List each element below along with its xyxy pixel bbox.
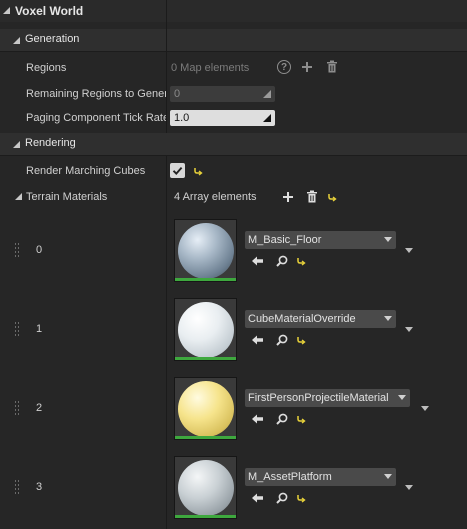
magnifier-icon[interactable] [276, 334, 288, 346]
element-index: 3 [36, 481, 43, 493]
collapse-arrow-icon[interactable] [15, 193, 22, 200]
material-sphere [178, 223, 234, 279]
category-rendering[interactable]: Rendering [0, 133, 467, 156]
reset-arrow-icon[interactable] [327, 192, 337, 202]
material-picker[interactable]: M_AssetPlatform [245, 468, 396, 486]
tick-rate-input[interactable]: 1.0 [170, 110, 275, 126]
tick-rate-value: 1.0 [174, 112, 190, 124]
plus-icon[interactable] [301, 61, 313, 73]
expand-arrow-icon[interactable] [405, 327, 413, 332]
left-arrow-icon[interactable] [251, 334, 264, 346]
drag-handle-icon[interactable] [15, 322, 21, 336]
dropdown-arrow-icon [384, 316, 392, 321]
collapse-arrow-icon[interactable] [3, 7, 10, 14]
material-thumbnail[interactable] [174, 298, 237, 361]
collapse-arrow-icon[interactable] [13, 37, 20, 44]
magnifier-icon[interactable] [276, 255, 288, 267]
expand-arrow-icon[interactable] [405, 248, 413, 253]
tick-rate-label: Paging Component Tick Rate [26, 112, 166, 124]
terrain-materials-count: 4 Array elements [174, 191, 257, 203]
regions-count: 0 Map elements [171, 62, 250, 74]
reset-arrow-icon[interactable] [296, 414, 306, 424]
category-generation[interactable]: Generation [0, 29, 467, 52]
trash-icon[interactable] [306, 190, 318, 203]
material-sphere [178, 460, 234, 516]
plus-icon[interactable] [282, 191, 294, 203]
material-type-bar [175, 357, 236, 360]
reset-arrow-icon[interactable] [296, 256, 306, 266]
material-type-bar [175, 436, 236, 439]
panel-title: Voxel World [15, 4, 84, 18]
reset-arrow-icon[interactable] [296, 335, 306, 345]
material-sphere [178, 381, 234, 437]
element-index: 0 [36, 244, 43, 256]
element-index: 2 [36, 402, 43, 414]
left-arrow-icon[interactable] [251, 413, 264, 425]
column-divider[interactable] [166, 0, 167, 529]
terrain-materials-label: Terrain Materials [26, 191, 108, 203]
material-thumbnail[interactable] [174, 219, 237, 282]
material-picker[interactable]: FirstPersonProjectileMaterial [245, 389, 410, 407]
expand-arrow-icon[interactable] [405, 485, 413, 490]
remaining-regions-field: 0 [170, 86, 275, 102]
material-picker[interactable]: CubeMaterialOverride [245, 310, 396, 328]
dropdown-arrow-icon [384, 237, 392, 242]
material-thumbnail[interactable] [174, 456, 237, 519]
material-sphere [178, 302, 234, 358]
left-arrow-icon[interactable] [251, 255, 264, 267]
material-name: M_AssetPlatform [248, 471, 332, 483]
material-picker[interactable]: M_Basic_Floor [245, 231, 396, 249]
magnifier-icon[interactable] [276, 413, 288, 425]
magnifier-icon[interactable] [276, 492, 288, 504]
reset-arrow-icon[interactable] [296, 493, 306, 503]
element-index: 1 [36, 323, 43, 335]
drag-handle-icon[interactable] [15, 401, 21, 415]
resize-corner-icon [263, 90, 271, 98]
checkmark-icon [172, 166, 183, 175]
collapse-arrow-icon[interactable] [13, 141, 20, 148]
material-type-bar [175, 515, 236, 518]
trash-icon[interactable] [326, 60, 338, 73]
category-label: Rendering [25, 137, 76, 149]
drag-handle-icon[interactable] [15, 480, 21, 494]
left-arrow-icon[interactable] [251, 492, 264, 504]
expand-arrow-icon[interactable] [421, 406, 429, 411]
material-name: M_Basic_Floor [248, 234, 322, 246]
material-thumbnail[interactable] [174, 377, 237, 440]
dropdown-arrow-icon [398, 395, 406, 400]
marching-cubes-label: Render Marching Cubes [26, 165, 146, 177]
category-label: Generation [25, 33, 80, 45]
remaining-regions-label: Remaining Regions to Generate [26, 88, 166, 100]
dropdown-arrow-icon [384, 474, 392, 479]
material-type-bar [175, 278, 236, 281]
panel-title-row[interactable]: Voxel World [0, 0, 467, 22]
remaining-regions-value: 0 [174, 88, 181, 100]
material-name: CubeMaterialOverride [248, 313, 356, 325]
drag-handle-icon[interactable] [15, 243, 21, 257]
resize-corner-icon[interactable] [263, 114, 271, 122]
material-name: FirstPersonProjectileMaterial [248, 392, 389, 404]
help-icon[interactable]: ? [277, 60, 291, 74]
regions-label: Regions [26, 62, 67, 74]
reset-arrow-icon[interactable] [193, 166, 203, 176]
marching-cubes-checkbox[interactable] [170, 163, 185, 178]
